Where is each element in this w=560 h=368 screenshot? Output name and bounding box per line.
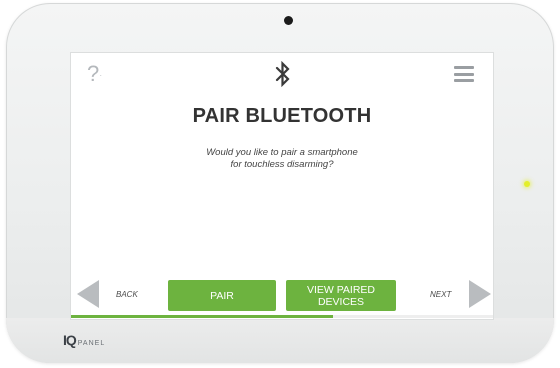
right-arrow-icon[interactable] — [469, 280, 491, 308]
help-icon-label: ? — [87, 61, 100, 86]
pair-button-label: PAIR — [210, 289, 234, 302]
page-title: PAIR BLUETOOTH — [192, 105, 372, 127]
view-paired-devices-line-2: DEVICES — [317, 295, 365, 308]
bluetooth-icon — [275, 61, 290, 87]
view-paired-devices-button[interactable]: VIEW PAIRED DEVICES — [286, 280, 396, 311]
pair-button[interactable]: PAIR — [168, 280, 276, 311]
logo-text: PANEL — [77, 340, 106, 347]
view-paired-devices-line-1: VIEW PAIRED — [306, 283, 376, 296]
pairing-prompt-line-2: for touchless disarming? — [230, 159, 334, 170]
next-button-label[interactable]: NEXT — [430, 290, 451, 299]
iq-panel-logo: IQ PANEL — [63, 332, 105, 350]
left-arrow-icon[interactable] — [77, 280, 99, 308]
help-icon[interactable]: ?· — [87, 63, 102, 86]
status-led — [524, 181, 530, 187]
pairing-prompt: Would you like to pair a smartphone for … — [162, 147, 402, 171]
camera-lens — [284, 16, 293, 25]
setup-progress-fill — [71, 315, 333, 318]
back-button-label[interactable]: BACK — [116, 290, 138, 299]
hamburger-menu-icon[interactable] — [454, 66, 474, 82]
pairing-prompt-line-1: Would you like to pair a smartphone — [206, 147, 358, 158]
touch-screen: ?· PAIR BLUETOOTH Would you like to pair… — [71, 53, 493, 319]
logo-mark: IQ — [63, 332, 77, 348]
setup-progress-bar — [71, 315, 493, 318]
